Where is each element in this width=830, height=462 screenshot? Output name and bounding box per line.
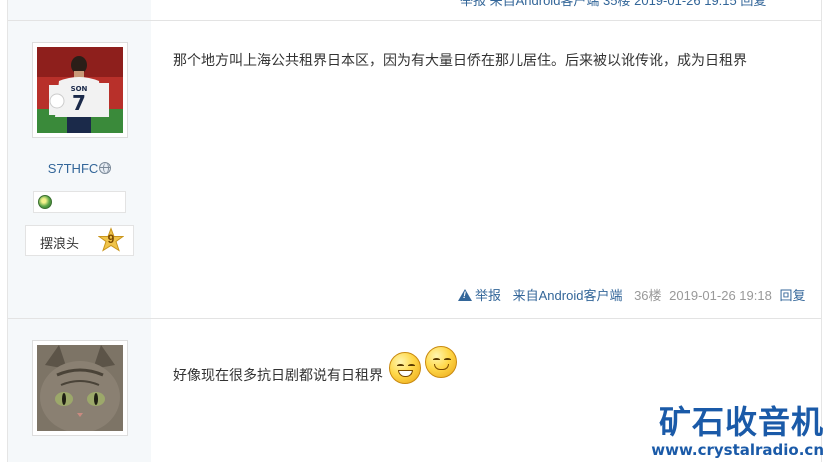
author-name-text[interactable]: S7THFC bbox=[48, 161, 99, 176]
avatar[interactable]: SON 7 bbox=[32, 42, 128, 138]
user-rank: 摆浪头 9 bbox=[25, 225, 134, 256]
rank-label: 摆浪头 bbox=[40, 236, 80, 251]
site-watermark: 矿石收音机 www.crystalradio.cn bbox=[651, 404, 824, 460]
avatar[interactable] bbox=[32, 340, 128, 436]
report-warning-icon bbox=[458, 289, 472, 301]
rank-level: 9 bbox=[107, 232, 115, 246]
post-36: SON 7 S7THFC 摆浪头 9 那个地方叫上海公共租界日本区，因为有大量日… bbox=[8, 21, 821, 318]
post-content-text: 好像现在很多抗日剧都说有日租界 bbox=[173, 367, 383, 383]
footballer-avatar-icon: SON 7 bbox=[37, 47, 123, 133]
reply-button[interactable]: 回复 bbox=[779, 288, 805, 303]
medal-box bbox=[33, 191, 126, 213]
watermark-title: 矿石收音机 bbox=[658, 403, 824, 441]
smile-emoticon-icon bbox=[424, 346, 457, 378]
source-link[interactable]: 来自Android客户端 bbox=[513, 288, 623, 303]
svg-text:7: 7 bbox=[72, 91, 86, 115]
floor-number: 36楼 bbox=[634, 288, 662, 303]
watermark-url: www.crystalradio.cn bbox=[651, 441, 824, 459]
prev-post-footer-text: 举报 来自Android客户端 35楼 2019-01-26 19:15 回复 bbox=[460, 0, 767, 8]
medal-icon[interactable] bbox=[38, 195, 52, 209]
post-content: 那个地方叫上海公共租界日本区，因为有大量日侨在那儿居住。后来被以讹传讹，成为日租… bbox=[173, 52, 747, 68]
post-time: 2019-01-26 19:18 bbox=[669, 288, 772, 303]
avatar-image: SON 7 bbox=[37, 47, 123, 133]
report-label[interactable]: 举报 bbox=[475, 288, 501, 303]
globe-icon bbox=[99, 162, 112, 174]
report-link[interactable]: 举报 bbox=[458, 288, 505, 303]
prev-post-footer: 举报 来自Android客户端 35楼 2019-01-26 19:15 回复 bbox=[460, 0, 766, 9]
post-content: 好像现在很多抗日剧都说有日租界 bbox=[173, 346, 803, 388]
avatar-image bbox=[37, 345, 123, 431]
thread-frame: 举报 来自Android客户端 35楼 2019-01-26 19:15 回复 … bbox=[7, 0, 822, 462]
grin-emoticon-icon bbox=[388, 352, 421, 384]
post-footer: 举报 来自Android客户端 36楼 2019-01-26 19:18 回复 bbox=[458, 285, 809, 304]
cat-avatar-icon bbox=[37, 345, 123, 431]
source-text: 来自Android客户端 bbox=[513, 288, 627, 303]
author-name[interactable]: S7THFC bbox=[8, 161, 151, 176]
